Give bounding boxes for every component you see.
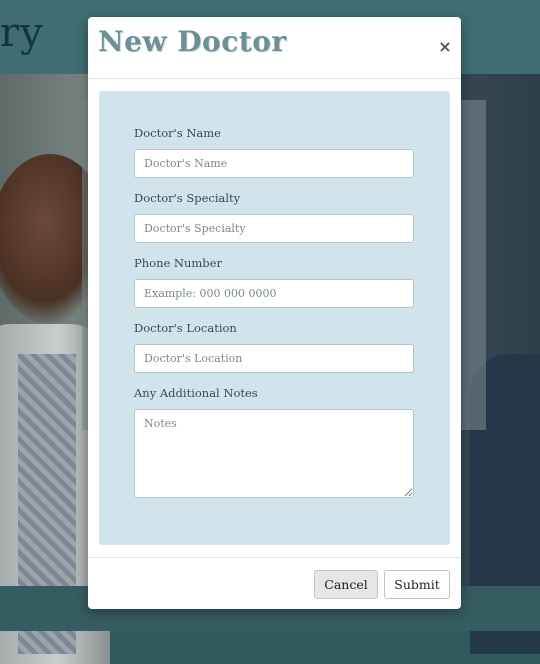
modal-footer: Cancel Submit: [88, 557, 461, 610]
submit-button[interactable]: Submit: [384, 570, 450, 599]
cancel-button[interactable]: Cancel: [314, 570, 378, 599]
doctor-form: Doctor's Name Doctor's Specialty Phone N…: [99, 91, 450, 545]
doctor-name-label: Doctor's Name: [134, 126, 221, 140]
doctor-name-input[interactable]: [134, 149, 414, 178]
phone-number-input[interactable]: [134, 279, 414, 308]
phone-number-label: Phone Number: [134, 256, 222, 270]
doctor-specialty-label: Doctor's Specialty: [134, 191, 241, 205]
doctor-specialty-input[interactable]: [134, 214, 414, 243]
background-brand-text: ry: [0, 10, 44, 56]
modal-header: New Doctor ×: [88, 17, 461, 79]
notes-textarea[interactable]: [134, 409, 414, 498]
notes-label: Any Additional Notes: [134, 386, 258, 400]
new-doctor-modal: New Doctor × Doctor's Name Doctor's Spec…: [88, 17, 461, 609]
doctor-location-input[interactable]: [134, 344, 414, 373]
doctor-location-label: Doctor's Location: [134, 321, 237, 335]
close-icon[interactable]: ×: [436, 36, 454, 58]
modal-title: New Doctor: [98, 25, 287, 58]
